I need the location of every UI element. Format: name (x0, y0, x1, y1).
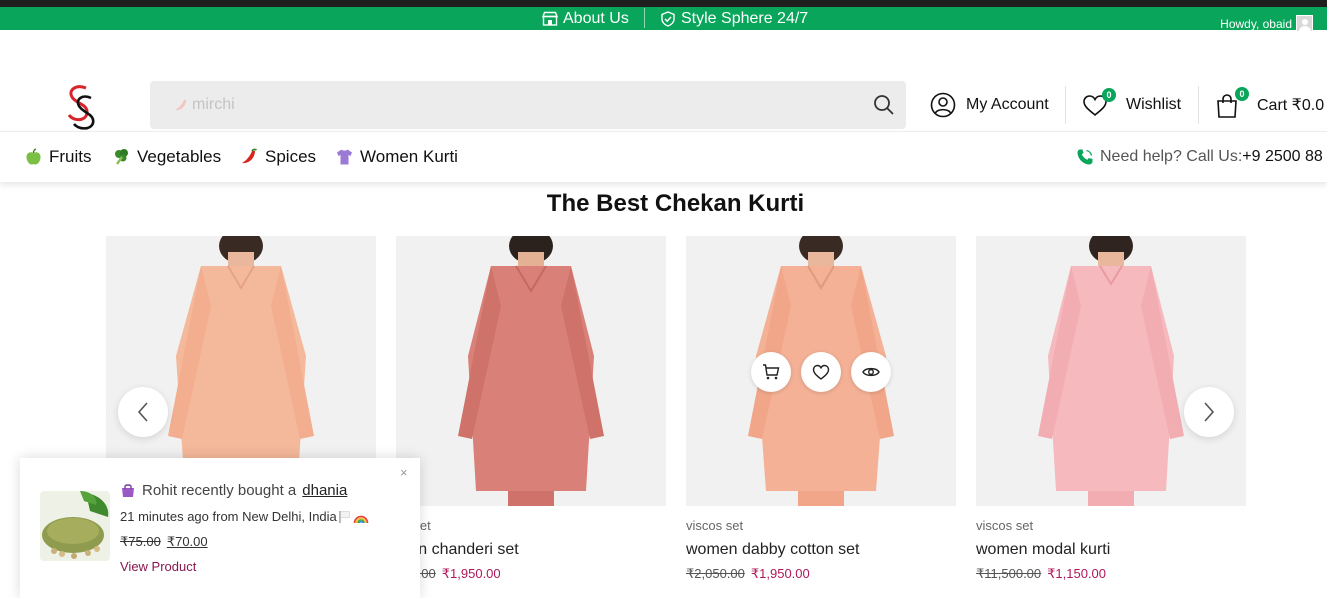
sale-price: ₹1,950.00 (750, 566, 810, 581)
flag-icon (339, 510, 350, 523)
carousel-next-button[interactable] (1184, 387, 1234, 437)
window-top-strip (0, 0, 1327, 7)
time-location-text: 21 minutes ago from New Delhi, India (120, 509, 337, 524)
nav-item-fruits[interactable]: Fruits (25, 132, 92, 182)
eye-icon (862, 367, 880, 377)
purchase-prices: ₹75.00 ₹70.00 (120, 534, 208, 550)
product-card[interactable]: os set men chanderi set 950.00₹1,950.00 (396, 236, 666, 582)
nav-item-vegetables[interactable]: Vegetables (113, 132, 221, 182)
product-category: os set (396, 518, 431, 533)
sale-price: ₹1,950.00 (441, 566, 501, 581)
avatar (1296, 15, 1313, 32)
top-bar: About Us Style Sphere 24/7 Howdy, obaid (0, 7, 1327, 32)
nav-item-label: Women Kurti (360, 147, 458, 166)
cart-count-badge: 0 (1235, 87, 1249, 101)
wishlist-button[interactable]: 0 Wishlist (1082, 84, 1181, 126)
style-sphere-link[interactable]: Style Sphere 24/7 (660, 7, 808, 30)
buyer-text: Rohit recently bought a (142, 482, 297, 499)
chevron-left-icon (137, 402, 148, 422)
account-greeting[interactable]: Howdy, obaid (1220, 15, 1313, 32)
cart-icon (763, 364, 780, 380)
store-icon (542, 11, 558, 26)
topbar-divider (644, 8, 645, 28)
carousel-prev-button[interactable] (118, 387, 168, 437)
rainbow-icon (353, 515, 369, 523)
nav-item-label: Fruits (49, 147, 92, 166)
phone-icon (1077, 149, 1093, 165)
search-icon (874, 95, 894, 115)
quick-actions (751, 352, 891, 392)
product-image[interactable] (976, 236, 1246, 506)
wishlist-count-badge: 0 (1102, 88, 1116, 102)
sale-price: ₹1,150.00 (1047, 566, 1107, 581)
product-image[interactable] (686, 236, 956, 506)
my-account-label: My Account (966, 96, 1049, 113)
sale-price: ₹70.00 (166, 534, 208, 549)
view-product-link[interactable]: View Product (120, 559, 196, 574)
product-image[interactable] (396, 236, 666, 506)
product-name[interactable]: women dabby cotton set (686, 541, 956, 559)
help-contact[interactable]: Need help? Call Us: +9 2500 88 (1076, 132, 1323, 182)
wishlist-label: Wishlist (1126, 96, 1182, 113)
purchase-product-thumbnail[interactable] (40, 491, 110, 561)
chevron-right-icon (1204, 402, 1215, 422)
product-category: viscos set (976, 518, 1034, 533)
chili-icon (242, 148, 257, 164)
section-title: The Best Chekan Kurti (546, 190, 805, 217)
header-divider (1198, 86, 1199, 124)
product-prices: ₹2,050.00 ₹1,950.00 (686, 566, 956, 582)
product-prices: 950.00₹1,950.00 (396, 566, 666, 582)
nav-item-label: Spices (265, 147, 317, 166)
add-to-wishlist-button[interactable] (801, 352, 841, 392)
cart-label: Cart ₹0.0 (1257, 97, 1325, 114)
product-prices: ₹11,500.00 ₹1,150.00 (976, 566, 1246, 582)
purchased-product-link[interactable]: dhania (302, 482, 347, 499)
search-input[interactable] (170, 93, 830, 117)
help-prefix: Need help? Call Us: (1100, 148, 1243, 165)
wishlist-icon-wrap: 0 (1082, 88, 1116, 118)
shirt-icon (337, 149, 352, 165)
shield-check-icon (661, 10, 675, 27)
my-account-button[interactable]: My Account (930, 84, 1049, 126)
search-button[interactable] (872, 93, 896, 117)
broccoli-icon (115, 149, 128, 165)
old-price: ₹2,050.00 (686, 566, 745, 581)
old-price: ₹11,500.00 (976, 566, 1042, 581)
old-price: ₹75.00 (120, 534, 161, 549)
about-us-link[interactable]: About Us (542, 7, 629, 30)
purchase-message: Rohit recently bought a dhania (120, 482, 347, 499)
product-card[interactable]: viscos set women dabby cotton set ₹2,050… (686, 236, 956, 582)
spice-bowl-icon (40, 491, 110, 561)
nav-item-women-kurti[interactable]: Women Kurti (336, 132, 458, 182)
nav-item-spices[interactable]: Spices (241, 132, 316, 182)
nav-item-label: Vegetables (137, 147, 222, 166)
apple-icon (26, 148, 41, 165)
search-bar (150, 81, 906, 129)
heart-icon (812, 364, 830, 380)
quick-view-button[interactable] (851, 352, 891, 392)
header-divider (1065, 86, 1066, 124)
product-photo-icon (458, 236, 604, 506)
style-sphere-label: Style Sphere 24/7 (681, 9, 809, 27)
site-logo[interactable] (58, 82, 102, 132)
handbag-icon (122, 484, 134, 497)
cart-button[interactable]: 0 Cart ₹0.0 (1215, 84, 1324, 126)
cart-icon-wrap: 0 (1215, 87, 1249, 119)
product-photo-icon (1038, 236, 1184, 506)
about-us-label: About Us (563, 9, 629, 27)
recent-purchase-popup: × Rohit recently bought a dhania 21 minu… (20, 458, 420, 598)
close-popup-button[interactable]: × (400, 465, 408, 480)
help-number: +9 2500 88 (1242, 148, 1323, 165)
product-category: viscos set (686, 518, 744, 533)
category-nav: Fruits Vegetables Spices Women Kurti Nee… (0, 131, 1327, 182)
purchase-time-location: 21 minutes ago from New Delhi, India (120, 509, 369, 524)
product-name[interactable]: men chanderi set (396, 541, 666, 559)
user-icon (930, 92, 956, 118)
logo-mark-icon (67, 85, 95, 130)
product-name[interactable]: women modal kurti (976, 541, 1246, 559)
add-to-cart-button[interactable] (751, 352, 791, 392)
howdy-text: Howdy, obaid (1220, 16, 1292, 31)
